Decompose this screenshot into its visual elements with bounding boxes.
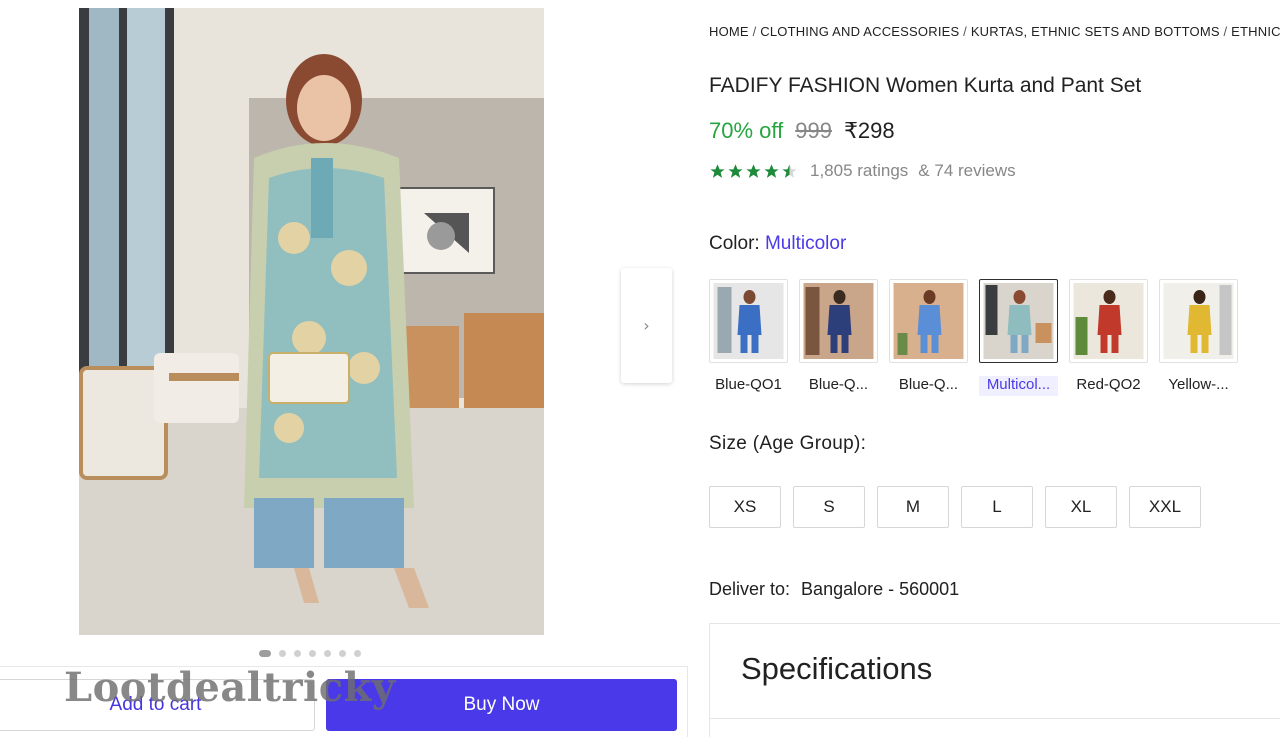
swatch-label: Blue-Q... xyxy=(898,376,959,393)
add-to-cart-label: Add to cart xyxy=(109,694,202,715)
delivery-pincode: Bangalore - 560001 xyxy=(801,579,960,599)
ratings-count: 1,805 ratings xyxy=(810,161,909,180)
color-heading: Color: Multicolor xyxy=(709,233,846,255)
star-icon xyxy=(746,163,761,178)
color-option[interactable]: Yellow-... xyxy=(1159,279,1238,396)
next-image-button[interactable]: › xyxy=(621,268,672,383)
swatch-thumbnail xyxy=(979,279,1058,363)
carousel-dot[interactable] xyxy=(309,650,316,657)
size-options: XS S M L XL XXL xyxy=(709,486,1201,528)
half-star-icon xyxy=(782,163,797,178)
product-main-image[interactable] xyxy=(79,8,544,635)
swatch-label: Multicol... xyxy=(979,376,1058,396)
star-rating xyxy=(709,163,798,180)
color-option[interactable]: Red-QO2 xyxy=(1069,279,1148,396)
swatch-thumbnail xyxy=(709,279,788,363)
carousel-dot[interactable] xyxy=(339,650,346,657)
breadcrumb: HOME / CLOTHING AND ACCESSORIES / KURTAS… xyxy=(709,24,1280,39)
add-to-cart-button[interactable]: Add to cart xyxy=(0,679,315,731)
swatch-thumbnail xyxy=(889,279,968,363)
color-option[interactable]: Blue-Q... xyxy=(799,279,878,396)
discount-badge: 70% off xyxy=(709,118,784,143)
color-option[interactable]: Blue-Q... xyxy=(889,279,968,396)
breadcrumb-item-kurtas[interactable]: KURTAS, ETHNIC SETS AND BOTTOMS xyxy=(971,24,1220,39)
star-icon xyxy=(764,163,779,178)
carousel-dot[interactable] xyxy=(324,650,331,657)
swatch-label: Blue-Q... xyxy=(808,376,869,393)
size-heading: Size (Age Group): xyxy=(709,433,867,454)
buy-now-label: Buy Now xyxy=(463,694,540,715)
size-option-xxl[interactable]: XXL xyxy=(1129,486,1201,528)
swatch-label: Yellow-... xyxy=(1168,376,1229,393)
size-option-m[interactable]: M xyxy=(877,486,949,528)
size-option-l[interactable]: L xyxy=(961,486,1033,528)
size-option-xl[interactable]: XL xyxy=(1045,486,1117,528)
divider xyxy=(710,718,1280,719)
swatch-thumbnail xyxy=(799,279,878,363)
image-carousel-dots xyxy=(259,650,361,657)
swatch-thumbnail xyxy=(1069,279,1148,363)
carousel-dot[interactable] xyxy=(294,650,301,657)
selling-price: ₹298 xyxy=(843,118,895,143)
star-icon xyxy=(728,163,743,178)
swatch-thumbnail xyxy=(1159,279,1238,363)
color-option-selected[interactable]: Multicol... xyxy=(979,279,1058,396)
carousel-dot[interactable] xyxy=(259,650,271,657)
breadcrumb-item-ethnic-sets[interactable]: ETHNIC SETS xyxy=(1231,24,1280,39)
chevron-right-icon: › xyxy=(643,316,650,335)
specifications-section[interactable]: Specifications xyxy=(709,623,1280,737)
price-row: 70% off 999 ₹298 xyxy=(709,118,895,144)
delivery-label: Deliver to: xyxy=(709,579,791,599)
selected-color: Multicolor xyxy=(764,233,847,254)
breadcrumb-item-clothing[interactable]: CLOTHING AND ACCESSORIES xyxy=(760,24,959,39)
original-price: 999 xyxy=(795,118,832,143)
rating-row[interactable]: 1,805 ratings & 74 reviews xyxy=(709,161,1016,181)
size-option-xs[interactable]: XS xyxy=(709,486,781,528)
delivery-location[interactable]: Deliver to: Bangalore - 560001 xyxy=(709,579,959,600)
specifications-title: Specifications xyxy=(741,651,933,686)
buy-now-button[interactable]: Buy Now xyxy=(326,679,677,731)
star-icon xyxy=(710,163,725,178)
reviews-count: & 74 reviews xyxy=(918,161,1016,180)
swatch-label: Red-QO2 xyxy=(1076,376,1141,393)
swatch-label: Blue-QO1 xyxy=(715,376,782,393)
color-label: Color: xyxy=(709,233,760,254)
color-swatches: Blue-QO1 Blue-Q... Blue-Q... Multicol...… xyxy=(709,279,1238,396)
product-title: FADIFY FASHION Women Kurta and Pant Set xyxy=(709,74,1142,97)
carousel-dot[interactable] xyxy=(354,650,361,657)
breadcrumb-item-home[interactable]: HOME xyxy=(709,24,749,39)
size-option-s[interactable]: S xyxy=(793,486,865,528)
color-option[interactable]: Blue-QO1 xyxy=(709,279,788,396)
carousel-dot[interactable] xyxy=(279,650,286,657)
